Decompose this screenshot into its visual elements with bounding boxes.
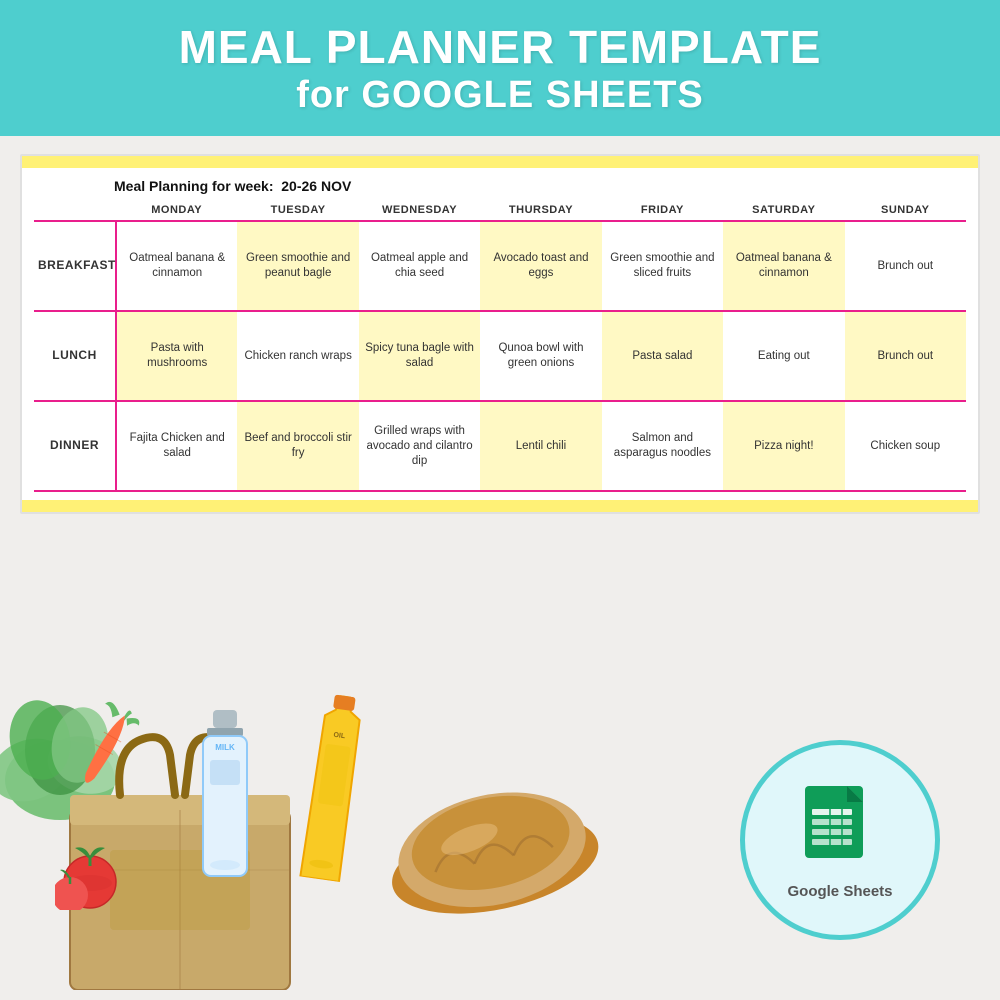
week-label: Meal Planning for week: 20-26 NOV (34, 178, 966, 194)
lunch-label: LUNCH (34, 311, 116, 401)
cell-dinner-fri[interactable]: Salmon and asparagus noodles (602, 401, 723, 491)
outer-container: MEAL PLANNER TEMPLATE for GOOGLE SHEETS … (0, 0, 1000, 1000)
col-friday: FRIDAY (602, 200, 723, 221)
cell-dinner-wed[interactable]: Grilled wraps with avocado and cilantro … (359, 401, 480, 491)
google-sheets-icon (800, 781, 880, 871)
dinner-label: DINNER (34, 401, 116, 491)
cell-breakfast-sun[interactable]: Brunch out (845, 221, 966, 311)
cell-dinner-tue[interactable]: Beef and broccoli stir fry (237, 401, 358, 491)
cell-breakfast-wed[interactable]: Oatmeal apple and chia seed (359, 221, 480, 311)
breakfast-label: BREAKFAST (34, 221, 116, 311)
cell-lunch-wed[interactable]: Spicy tuna bagle with salad (359, 311, 480, 401)
breakfast-row: BREAKFAST Oatmeal banana & cinnamon Gree… (34, 221, 966, 311)
cell-dinner-sat[interactable]: Pizza night! (723, 401, 844, 491)
cell-dinner-thu[interactable]: Lentil chili (480, 401, 601, 491)
col-saturday: SATURDAY (723, 200, 844, 221)
google-sheets-label: Google Sheets (787, 883, 892, 900)
cell-breakfast-sat[interactable]: Oatmeal banana & cinnamon (723, 221, 844, 311)
svg-text:MILK: MILK (215, 743, 235, 752)
header-row: MONDAY TUESDAY WEDNESDAY THURSDAY FRIDAY… (34, 200, 966, 221)
dinner-row: DINNER Fajita Chicken and salad Beef and… (34, 401, 966, 491)
cell-lunch-tue[interactable]: Chicken ranch wraps (237, 311, 358, 401)
milk-bottle-icon: MILK (195, 710, 255, 885)
grocery-area: MILK OIL (0, 660, 600, 1000)
cell-breakfast-thu[interactable]: Avocado toast and eggs (480, 221, 601, 311)
bread-icon (367, 744, 600, 936)
header-title-main: MEAL PLANNER TEMPLATE (20, 22, 980, 73)
cell-dinner-mon[interactable]: Fajita Chicken and salad (116, 401, 237, 491)
col-tuesday: TUESDAY (237, 200, 358, 221)
header-banner: MEAL PLANNER TEMPLATE for GOOGLE SHEETS (0, 0, 1000, 136)
cell-lunch-sat[interactable]: Eating out (723, 311, 844, 401)
header-title-sub: for GOOGLE SHEETS (20, 73, 980, 119)
yellow-bottom-bar (22, 500, 978, 512)
cell-lunch-sun[interactable]: Brunch out (845, 311, 966, 401)
cell-dinner-sun[interactable]: Chicken soup (845, 401, 966, 491)
tomato-icon (55, 840, 125, 910)
cell-lunch-mon[interactable]: Pasta with mushrooms (116, 311, 237, 401)
col-sunday: SUNDAY (845, 200, 966, 221)
cell-lunch-fri[interactable]: Pasta salad (602, 311, 723, 401)
cell-lunch-thu[interactable]: Qunoa bowl with green onions (480, 311, 601, 401)
col-thursday: THURSDAY (480, 200, 601, 221)
bottom-section: MILK OIL (0, 660, 1000, 1000)
col-wednesday: WEDNESDAY (359, 200, 480, 221)
spreadsheet-inner: Meal Planning for week: 20-26 NOV MONDAY… (22, 168, 978, 500)
meal-table: MONDAY TUESDAY WEDNESDAY THURSDAY FRIDAY… (34, 200, 966, 492)
cell-breakfast-tue[interactable]: Green smoothie and peanut bagle (237, 221, 358, 311)
spreadsheet-area: Meal Planning for week: 20-26 NOV MONDAY… (20, 154, 980, 514)
lunch-row: LUNCH Pasta with mushrooms Chicken ranch… (34, 311, 966, 401)
yellow-top-bar (22, 156, 978, 168)
cell-breakfast-mon[interactable]: Oatmeal banana & cinnamon (116, 221, 237, 311)
google-sheets-badge[interactable]: Google Sheets (740, 740, 940, 940)
cell-breakfast-fri[interactable]: Green smoothie and sliced fruits (602, 221, 723, 311)
col-monday: MONDAY (116, 200, 237, 221)
empty-header (34, 200, 116, 221)
